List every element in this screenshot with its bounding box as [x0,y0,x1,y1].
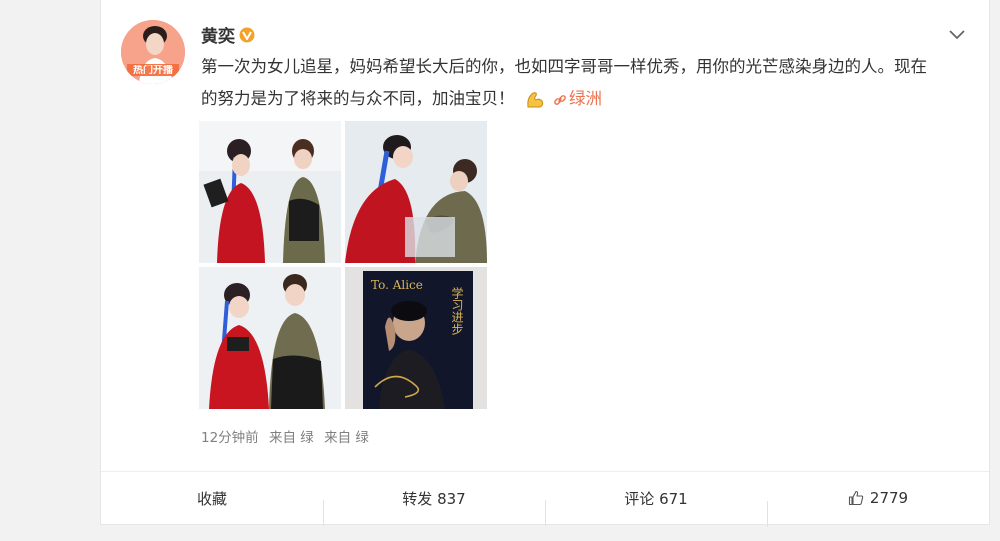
thumbs-up-icon [848,490,864,506]
favorite-button[interactable]: 收藏 [101,488,323,509]
like-count: 2779 [869,489,909,507]
repost-label: 转发 837 [402,489,466,508]
location-label: 绿洲 [569,89,602,108]
photo-4-autographed-poster[interactable]: To. Alice 学习进步 [345,267,487,409]
repost-button[interactable]: 转发 837 [323,488,545,526]
post-meta: 12分钟前 来自 绿 来自 绿 [201,426,375,446]
link-icon [554,94,566,105]
avatar[interactable]: 热门开播 [121,20,185,84]
location-link[interactable]: 绿洲 [553,89,602,108]
action-bar: 收藏 转发 837 评论 671 2779 [101,471,989,527]
post-time[interactable]: 12分钟前 [201,430,259,446]
favorite-label: 收藏 [196,489,227,508]
author-row: 黄奕 [201,22,255,47]
post-source-2[interactable]: 来自 绿 [324,430,369,446]
poster-inscription-blessing: 学习进步 [450,286,464,335]
comment-button[interactable]: 评论 671 [545,488,767,526]
post-content: 第一次为女儿追星，妈妈希望长大后的你，也如四字哥哥一样优秀，用你的光芒感染身边的… [201,51,941,115]
like-button[interactable]: 2779 [767,489,989,527]
photo-grid: To. Alice 学习进步 [199,121,491,413]
comment-label: 评论 671 [624,489,688,508]
photo-2-image [345,121,487,263]
photo-1-image [199,121,341,263]
avatar-caption: 热门开播 [133,65,173,76]
username[interactable]: 黄奕 [201,22,235,47]
verified-badge-icon [239,27,255,42]
photo-3-image [199,267,341,409]
flexed-biceps-icon [527,91,543,107]
photo-4-image: To. Alice 学习进步 [345,267,487,409]
photo-3[interactable] [199,267,341,409]
photo-1[interactable] [199,121,341,263]
poster-inscription-to: To. Alice [371,278,423,292]
weibo-post-card: 热门开播 黄奕 第一次为女儿追星，妈妈希望长大后的你，也如四字哥哥一样优秀，用你… [100,0,990,527]
chevron-down-icon[interactable] [947,26,967,42]
photo-2[interactable] [345,121,487,263]
post-source-1[interactable]: 来自 绿 [269,430,314,446]
